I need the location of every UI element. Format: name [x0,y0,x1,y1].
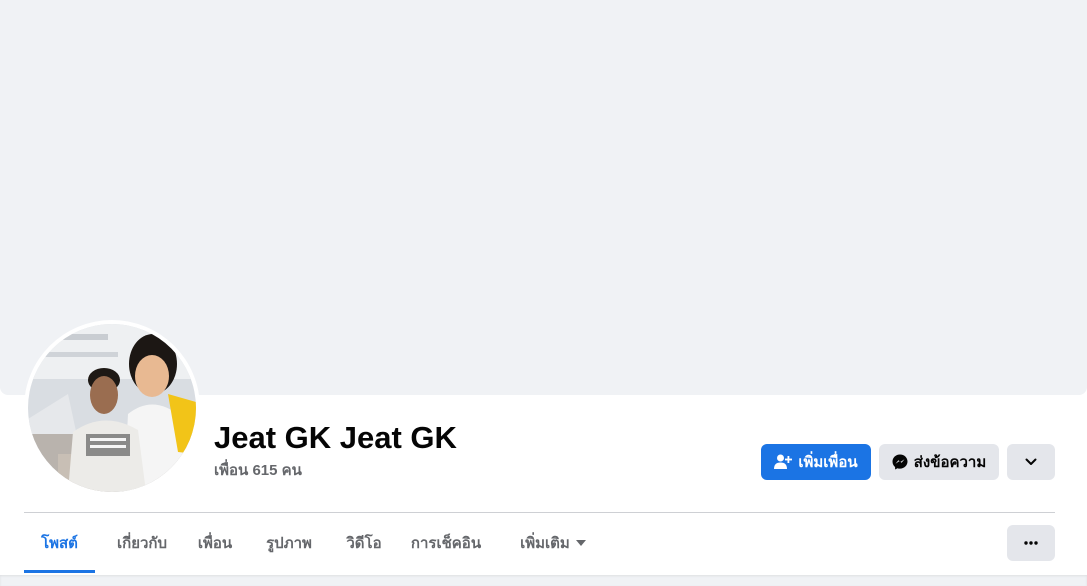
friends-count[interactable]: เพื่อน 615 คน [214,461,302,481]
tab-photos-label: รูปภาพ [266,535,312,552]
tab-friends-label: เพื่อน [197,535,233,552]
profile-name: Jeat GK Jeat GK [214,420,457,455]
profile-photo [28,324,196,492]
tab-videos-label: วิดีโอ [346,535,382,552]
tab-more[interactable]: เพิ่มเติม [508,513,598,573]
add-friend-label: เพิ่มเพื่อน [798,454,858,471]
tab-posts[interactable]: โพสต์ [24,513,95,573]
tab-posts-label: โพสต์ [41,535,78,552]
active-tab-indicator [24,570,95,573]
person-plus-icon [774,454,793,470]
tab-about[interactable]: เกี่ยวกับ [100,513,184,573]
message-button[interactable]: ส่งข้อความ [879,444,999,480]
profile-avatar[interactable] [28,324,196,492]
tab-photos[interactable]: รูปภาพ [254,513,324,573]
page-background [0,575,1087,586]
ellipsis-icon [1024,541,1038,545]
message-label: ส่งข้อความ [913,454,987,471]
profile-options-button[interactable] [1007,525,1055,561]
tab-videos[interactable]: วิดีโอ [336,513,392,573]
tab-more-label: เพิ่มเติม [520,535,570,552]
profile-dropdown-button[interactable] [1007,444,1055,480]
tab-checkins-label: การเช็คอิน [410,535,482,552]
add-friend-button[interactable]: เพิ่มเพื่อน [761,444,871,480]
tab-friends[interactable]: เพื่อน [188,513,242,573]
tab-about-label: เกี่ยวกับ [116,535,168,552]
tab-checkins[interactable]: การเช็คอิน [404,513,488,573]
messenger-icon [892,454,908,470]
caret-down-icon [575,540,586,546]
chevron-down-icon [1025,458,1037,466]
